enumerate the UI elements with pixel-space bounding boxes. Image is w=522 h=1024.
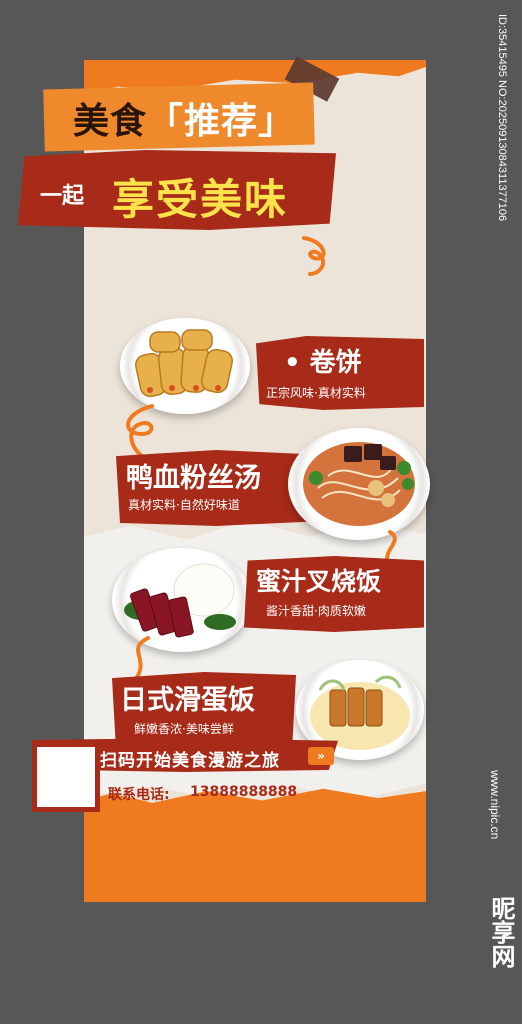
dish-description: 正宗风味·真材实料 [266,386,366,400]
dish-name: 日式滑蛋饭 [120,685,255,716]
subtitle-main: 享受美味 [112,175,289,224]
dish-description: 鲜嫩香浓·美味尝鲜 [134,722,234,736]
watermark-site: www.nipic.cn [488,770,502,840]
dish-banner-4: 日式滑蛋饭 鲜嫩香浓·美味尝鲜 [112,672,296,748]
watermark-id: ID:35415495 NO:20250913084311377106 [496,14,508,222]
subtitle-lead: 一起 [40,184,85,209]
dish-banner-2: 鸭血粉丝汤 真材实料·自然好味道 [116,450,316,526]
poster-title: 美食 「 推荐 」 [54,92,314,144]
cta-arrow-icon[interactable]: » [308,747,334,765]
contact-phone: 13888888888 [190,784,298,800]
contact-label: 联系电话: [108,787,170,803]
title-bracket-open: 「 [146,101,184,142]
dish-name: • 卷饼 [284,348,362,378]
dish-name: 蜜汁叉烧饭 [256,567,382,596]
dish-banner-3: 蜜汁叉烧饭 酱汁香甜·肉质软嫩 [244,556,424,632]
title-bracket-close: 」 [258,101,296,142]
title-highlight: 推荐 [184,101,259,142]
dish-description: 真材实料·自然好味道 [128,498,240,512]
title-prefix: 美食 [72,101,147,142]
watermark-brand: 昵享网 [487,896,515,968]
dish-name: 鸭血粉丝汤 [126,463,261,494]
dish-banner-1: • 卷饼 正宗风味·真材实料 [256,336,424,410]
cta-text: 扫码开始美食漫游之旅 [100,751,280,771]
qr-code-placeholder[interactable] [32,742,100,812]
swirl-decoration [302,236,326,276]
dish-description: 酱汁香甜·肉质软嫩 [266,604,366,618]
duck-blood-soup-image [288,428,430,540]
wrap-plate-image [120,318,250,414]
